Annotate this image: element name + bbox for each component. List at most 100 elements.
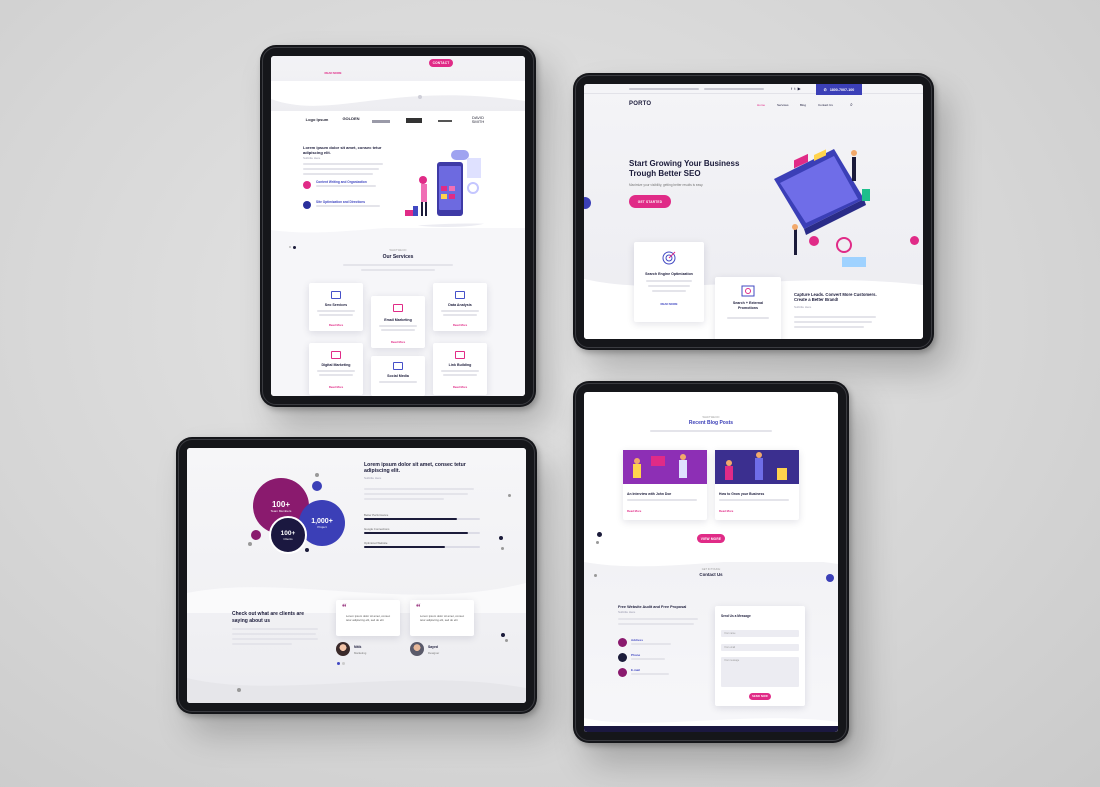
service-read-more[interactable]: Read More	[433, 323, 487, 327]
site-logo[interactable]: PORTO	[629, 101, 651, 107]
service-card-seo[interactable]: Seo Services Read More	[309, 283, 363, 331]
nav-blog[interactable]: Blog	[800, 103, 806, 107]
clients-title-line-2: saying about us	[232, 618, 271, 624]
project-count: 1,000+	[311, 517, 333, 525]
quote-icon: “	[342, 602, 347, 612]
service-card-digital[interactable]: Digital Marketing Read More	[309, 343, 363, 395]
nav-contact[interactable]: Contact Us	[818, 103, 833, 107]
client-logo-1: Logo Ipsum	[305, 117, 329, 122]
client-count: 100+	[280, 529, 296, 537]
social-icons[interactable]: f t ▶	[791, 86, 801, 91]
blog-post-title-1[interactable]: An Interview with John Doe	[627, 492, 671, 496]
audit-subtitle: Subtitle Here	[618, 610, 636, 614]
card-read-more[interactable]: READ MORE	[634, 302, 704, 306]
email-field[interactable]: Your email	[721, 644, 799, 651]
blog-title: Recent Blog Posts	[688, 420, 734, 426]
card-text	[646, 280, 692, 282]
phone-value	[631, 658, 665, 660]
phone-badge[interactable]: ✆ 1800-7007-100	[816, 84, 862, 95]
blog-read-more-2[interactable]: Read More	[719, 509, 733, 513]
services-desc	[343, 264, 453, 266]
nav-services[interactable]: Services	[777, 103, 789, 107]
decor-dot	[305, 548, 309, 552]
service-text	[381, 329, 415, 331]
address-label: Address	[631, 638, 644, 642]
service-title: Digital Marketing	[321, 363, 351, 367]
blog-read-more-1[interactable]: Read More	[627, 509, 641, 513]
blog-post-image-2	[715, 450, 799, 484]
footer-strip	[584, 726, 838, 732]
card-search-promotions[interactable]: Search + External Promotions	[715, 277, 781, 339]
tablet-services-page: READ MORE CONTACT Logo Ipsum GOLDEN DAVI…	[260, 45, 536, 407]
search-icon[interactable]: ⌕	[850, 102, 853, 108]
services-wave	[271, 216, 525, 233]
target-icon	[662, 251, 676, 265]
decor-dot	[315, 473, 319, 477]
service-card-social[interactable]: Social Media	[371, 356, 425, 396]
phone-label: Phone	[631, 653, 641, 657]
stats-text	[364, 488, 474, 490]
service-read-more[interactable]: Read More	[371, 340, 425, 344]
avatar-nitik	[336, 642, 350, 656]
service-text	[379, 325, 417, 327]
read-more-link[interactable]: READ MORE	[323, 71, 343, 75]
screen-hero[interactable]: f t ▶ ✆ 1800-7007-100 PORTO Home Service…	[584, 84, 923, 339]
service-card-link[interactable]: Link Building Read More	[433, 343, 487, 395]
testimonial-quote: Lorem ipsum dolor sit amet, consec tetur…	[346, 614, 391, 622]
blog-kicker: WHAT WE DO	[702, 416, 720, 419]
person2-name: Sayed	[428, 645, 438, 649]
service-title: Email Marketing	[384, 318, 412, 322]
slider-next[interactable]	[910, 236, 919, 245]
card-seo[interactable]: Search Engine Optimization READ MORE	[634, 242, 704, 322]
bottom-wave	[187, 678, 526, 703]
contact-form: Send Us a Message Your name Your email Y…	[715, 606, 805, 706]
capture-text	[794, 321, 872, 323]
screen-stats[interactable]: 100+ Team Members 1,000+ Project 100+ Cl…	[187, 448, 526, 703]
topbar-info	[704, 88, 764, 90]
service-read-more[interactable]: Read More	[309, 385, 363, 389]
decor-dot	[499, 536, 503, 540]
service-card-email[interactable]: Email Marketing Read More	[371, 296, 425, 348]
decor-dot	[501, 547, 504, 550]
feature-1-text	[316, 185, 376, 187]
hero-subtitle: Maximize your visibility, getting better…	[629, 183, 704, 187]
message-field[interactable]: Your message	[721, 657, 799, 687]
decor-dot	[501, 633, 505, 637]
blog-post-card-2[interactable]: How to Grow your Business Read More	[715, 450, 799, 520]
clients-circle: 100+ Clients	[269, 516, 307, 554]
client-logo-4	[406, 118, 422, 123]
seo-dashboard-illustration	[774, 149, 870, 267]
service-text	[443, 374, 477, 376]
service-read-more[interactable]: Read More	[309, 323, 363, 327]
name-field[interactable]: Your name	[721, 630, 799, 637]
chart-icon	[455, 291, 465, 299]
decor-dot	[505, 639, 508, 642]
carousel-dot[interactable]	[342, 662, 345, 665]
contact-button[interactable]: CONTACT	[429, 59, 453, 67]
clients-text	[232, 628, 318, 630]
service-title: Data Analysis	[448, 303, 472, 307]
service-card-data[interactable]: Data Analysis Read More	[433, 283, 487, 331]
service-text	[319, 374, 353, 376]
view-more-button[interactable]: VIEW MORE	[697, 534, 725, 543]
email-icon	[393, 304, 403, 312]
clients-text	[232, 633, 316, 635]
nav-home[interactable]: Home	[757, 103, 765, 107]
screen-blog-contact[interactable]: WHAT WE DO Recent Blog Posts An Intervie…	[584, 392, 838, 732]
screen-services[interactable]: READ MORE CONTACT Logo Ipsum GOLDEN DAVI…	[271, 56, 525, 396]
service-read-more[interactable]: Read More	[433, 385, 487, 389]
clients-text	[232, 638, 318, 640]
intro-subtitle: Subtitle Here	[303, 156, 321, 160]
search-promo-icon	[741, 285, 755, 297]
social-icon	[393, 362, 403, 370]
carousel-dot-active[interactable]	[337, 662, 340, 665]
get-started-button[interactable]: GET STARTED	[629, 195, 671, 208]
tablet-stats-page: 100+ Team Members 1,000+ Project 100+ Cl…	[176, 437, 537, 714]
send-now-button[interactable]: SEND NOW	[749, 693, 771, 700]
feature-2-text	[316, 205, 380, 207]
client-logo-6: DAVID SMITH	[471, 115, 485, 124]
feature-1-title: Content Writing and Organization	[316, 180, 367, 184]
blog-post-card-1[interactable]: An Interview with John Doe Read More	[623, 450, 707, 520]
blog-post-title-2[interactable]: How to Grow your Business	[719, 492, 764, 496]
decor-dot	[237, 688, 241, 692]
